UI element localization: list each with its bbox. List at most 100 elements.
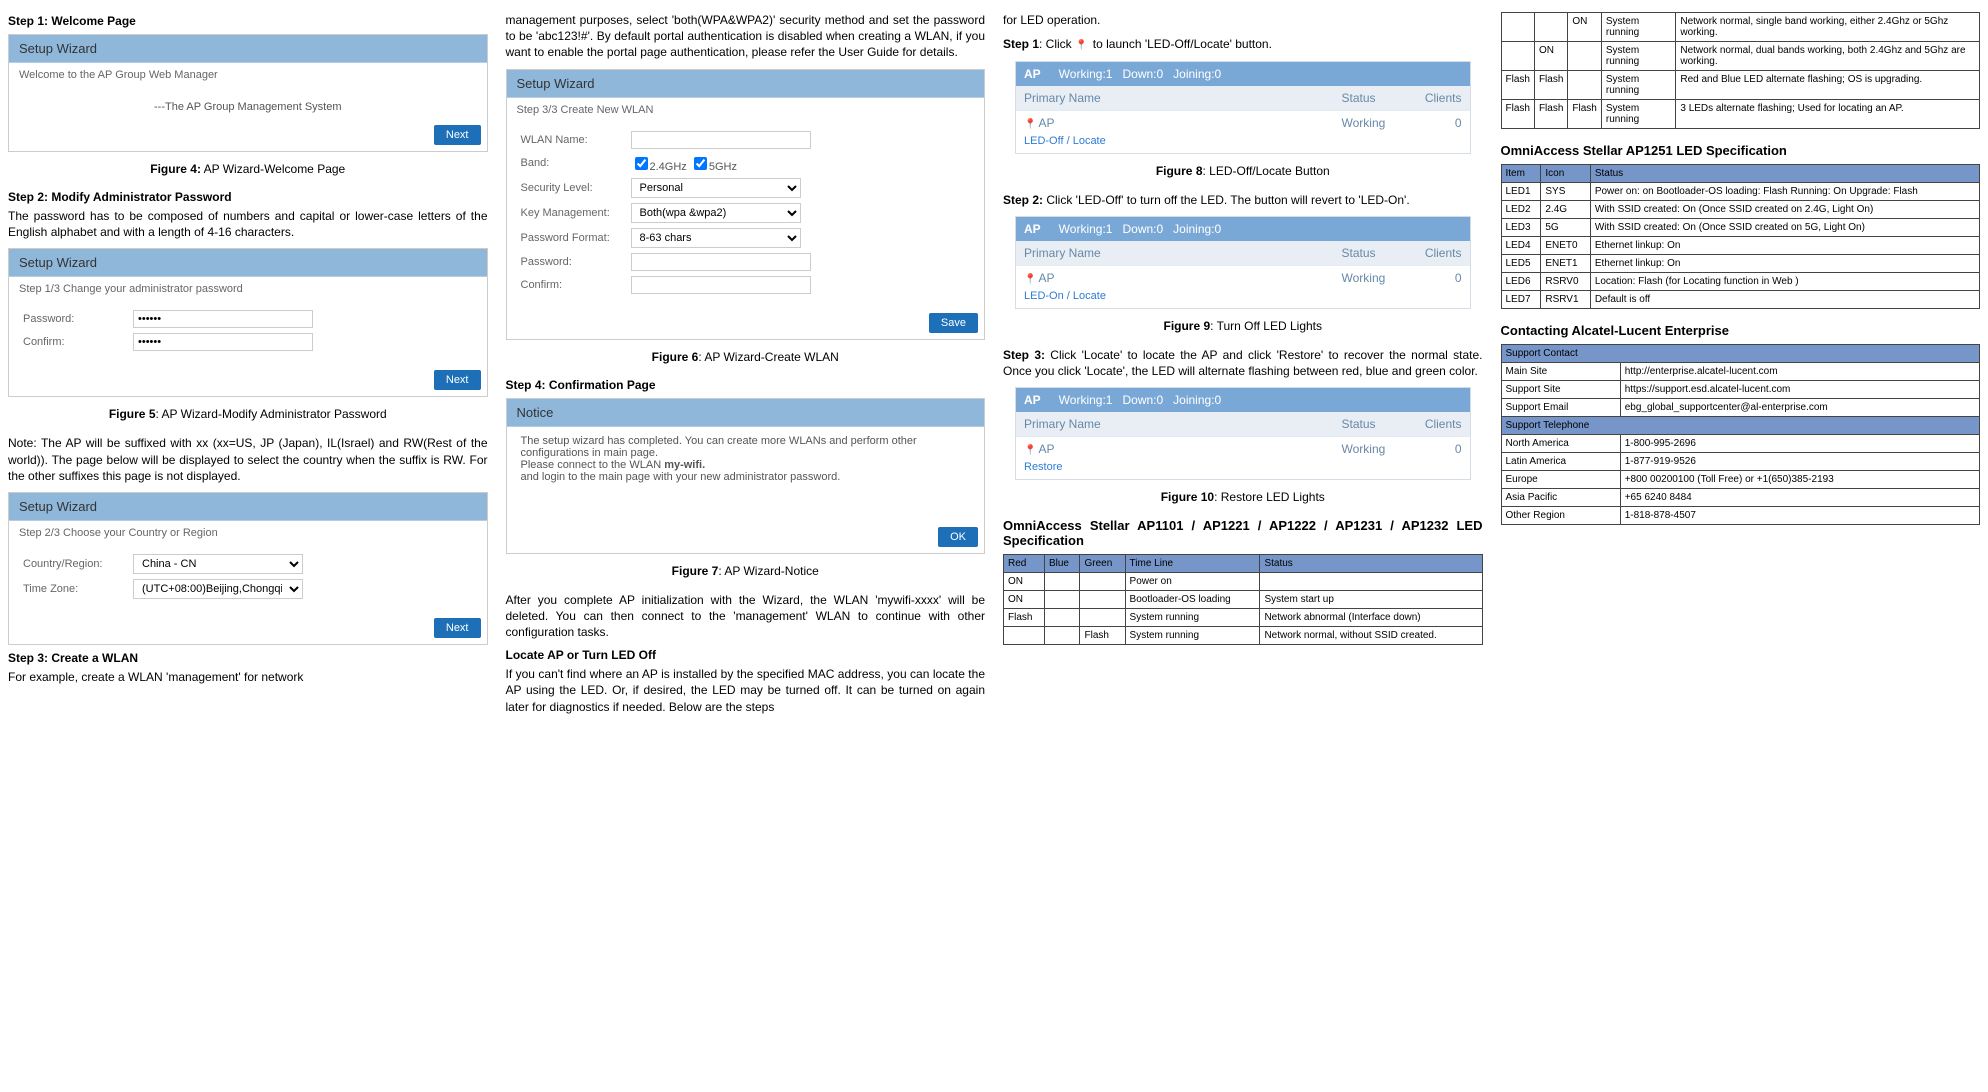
password-input[interactable] [133,310,313,328]
table-row: Support Emailebg_global_supportcenter@al… [1501,399,1980,417]
table-row: FlashSystem runningNetwork normal, witho… [1004,627,1483,645]
after-wizard-body: After you complete AP initialization wit… [506,592,986,641]
table-row: ONPower on [1004,573,1483,591]
notice-line1: The setup wizard has completed. You can … [521,435,971,459]
led-spec-table-cont: ONSystem runningNetwork normal, single b… [1501,12,1981,129]
table-row: LED6RSRV0Location: Flash (for Locating f… [1501,273,1980,291]
figure-7-caption: Figure 7: AP Wizard-Notice [506,564,986,578]
wizard-country-panel: Setup Wizard Step 2/3 Choose your Countr… [8,492,488,645]
wlan-confirm-label: Confirm: [521,279,631,291]
wizard-welcome-panel: Setup Wizard Welcome to the AP Group Web… [8,34,488,152]
table-row: ONSystem runningNetwork normal, dual ban… [1501,42,1980,71]
next-button[interactable]: Next [434,125,481,145]
next-button[interactable]: Next [434,618,481,638]
keymgmt-select[interactable]: Both(wpa &wpa2) [631,203,801,223]
wizard-step-sub: Step 1/3 Change your administrator passw… [9,277,487,297]
timezone-select[interactable]: (UTC+08:00)Beijing,Chongqing,Ho [133,579,303,599]
wizard-header: Setup Wizard [9,493,487,521]
next-button[interactable]: Next [434,370,481,390]
wizard-header: Setup Wizard [507,70,985,98]
pwformat-label: Password Format: [521,232,631,244]
table-header-row: ItemIconStatus [1501,165,1980,183]
contact-table: Support Contact Main Sitehttp://enterpri… [1501,344,1981,525]
save-button[interactable]: Save [929,313,978,333]
figure-10-caption: Figure 10: Restore LED Lights [1003,490,1483,504]
wizard-wlan-panel: Setup Wizard Step 3/3 Create New WLAN WL… [506,69,986,340]
table-row: LED35GWith SSID created: On (Once SSID c… [1501,219,1980,237]
table-header-row: RedBlueGreenTime LineStatus [1004,555,1483,573]
band-24-checkbox[interactable] [635,157,648,170]
wlan-password-input[interactable] [631,253,811,271]
country-label: Country/Region: [23,558,133,570]
table-row: Europe+800 00200100 (Toll Free) or +1(65… [1501,471,1980,489]
table-row: ONSystem runningNetwork normal, single b… [1501,13,1980,42]
figure-6-caption: Figure 6: AP Wizard-Create WLAN [506,350,986,364]
pin-icon[interactable]: 📍 [1024,274,1036,285]
band-5-checkbox[interactable] [694,157,707,170]
table-row: FlashFlashSystem runningRed and Blue LED… [1501,71,1980,100]
pwformat-select[interactable]: 8-63 chars [631,228,801,248]
confirm-input[interactable] [133,333,313,351]
note-body: Note: The AP will be suffixed with xx (x… [8,435,488,484]
column-3: for LED operation. Step 1: Click 📍 to la… [1003,8,1483,723]
wlan-name-input[interactable] [631,131,811,149]
table-row: Other Region1-818-878-4507 [1501,507,1980,525]
ap1251-spec-title: OmniAccess Stellar AP1251 LED Specificat… [1501,143,1981,158]
figure-8-caption: Figure 8: LED-Off/Locate Button [1003,164,1483,178]
table-row: LED4ENET0Ethernet linkup: On [1501,237,1980,255]
led-spec-table: RedBlueGreenTime LineStatus ONPower on O… [1003,554,1483,645]
led-off-link[interactable]: LED-Off [1024,135,1064,147]
table-row: Latin America1-877-919-9526 [1501,453,1980,471]
locate-link[interactable]: Locate [1073,135,1106,147]
table-row: LED1SYSPower on: on Bootloader-OS loadin… [1501,183,1980,201]
pin-icon[interactable]: 📍 [1024,445,1036,456]
column-4: ONSystem runningNetwork normal, single b… [1501,8,1981,723]
led-on-link[interactable]: LED-On [1024,290,1064,302]
wlan-name-label: WLAN Name: [521,134,631,146]
ap-widget-ledon: APWorking:1Down:0Joining:0 Primary NameS… [1015,216,1471,309]
restore-link[interactable]: Restore [1024,461,1063,473]
step3-body: For example, create a WLAN 'management' … [8,669,488,685]
ok-button[interactable]: OK [938,527,978,547]
table-row: ONBootloader-OS loadingSystem start up [1004,591,1483,609]
wlan-password-label: Password: [521,256,631,268]
wlan-confirm-input[interactable] [631,276,811,294]
ap-widget-restore: APWorking:1Down:0Joining:0 Primary NameS… [1015,387,1471,480]
step3-title: Step 3: Create a WLAN [8,651,488,665]
pin-icon: 📍 [1075,40,1087,51]
timezone-label: Time Zone: [23,583,133,595]
table-row: LED7RSRV1Default is off [1501,291,1980,309]
col2-top-body: management purposes, select 'both(WPA&WP… [506,12,986,61]
wizard-subtitle: Welcome to the AP Group Web Manager [9,63,487,83]
table-row: FlashSystem runningNetwork abnormal (Int… [1004,609,1483,627]
figure-9-caption: Figure 9: Turn Off LED Lights [1003,319,1483,333]
column-2: management purposes, select 'both(WPA&WP… [506,8,986,723]
table-row: Asia Pacific+65 6240 8484 [1501,489,1980,507]
column-1: Step 1: Welcome Page Setup Wizard Welcom… [8,8,488,723]
security-label: Security Level: [521,182,631,194]
table-row: FlashFlashFlashSystem running3 LEDs alte… [1501,100,1980,129]
locate-title: Locate AP or Turn LED Off [506,648,986,662]
step2-title: Step 2: Modify Administrator Password [8,190,488,204]
figure-5-caption: Figure 5: AP Wizard-Modify Administrator… [8,407,488,421]
locate-link[interactable]: Locate [1073,290,1106,302]
wizard-password-panel: Setup Wizard Step 1/3 Change your admini… [8,248,488,397]
support-contact-header: Support Contact [1501,345,1980,363]
notice-panel: Notice The setup wizard has completed. Y… [506,398,986,554]
contact-title: Contacting Alcatel-Lucent Enterprise [1501,323,1981,338]
table-row: Support Sitehttps://support.esd.alcatel-… [1501,381,1980,399]
table-row: LED22.4GWith SSID created: On (Once SSID… [1501,201,1980,219]
wizard-tagline: ---The AP Group Management System [9,101,487,113]
step2-body: The password has to be composed of numbe… [8,208,488,240]
wizard-header: Setup Wizard [9,249,487,277]
pin-icon[interactable]: 📍 [1024,119,1036,130]
locate-body: If you can't find where an AP is install… [506,666,986,715]
ap-widget-ledoff: APWorking:1Down:0Joining:0 Primary NameS… [1015,61,1471,154]
wizard-step-sub: Step 3/3 Create New WLAN [507,98,985,118]
step4-title: Step 4: Confirmation Page [506,378,986,392]
country-select[interactable]: China - CN [133,554,303,574]
figure-4-caption: Figure 4: AP Wizard-Welcome Page [8,162,488,176]
notice-line3: and login to the main page with your new… [521,471,971,483]
security-select[interactable]: Personal [631,178,801,198]
password-label: Password: [23,313,133,325]
